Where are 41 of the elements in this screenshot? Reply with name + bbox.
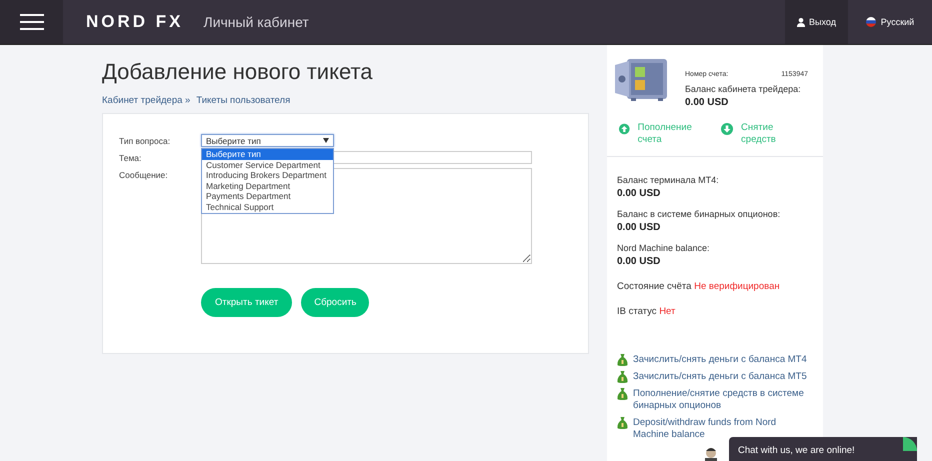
menu-icon [20, 14, 44, 30]
field-label: Тема: [119, 152, 142, 163]
user-icon [797, 18, 806, 26]
status-text: IB статус Нет [617, 306, 676, 317]
dropdown-option[interactable]: Customer Service Department [202, 160, 333, 170]
dropdown-option[interactable]: Introducing Brokers Department [202, 170, 333, 180]
balance-label: Баланс кабинета трейдера: [685, 84, 802, 94]
field-label: Сообщение: [119, 169, 169, 180]
balance-label: Баланс терминала МТ4: [617, 175, 720, 185]
field-label: Тип вопроса: [119, 135, 172, 146]
sidebar-link[interactable]: Зачислить/снять деньги с баланса МТ4 [617, 354, 813, 366]
header-subtitle: Личный кабинет [204, 14, 309, 30]
sidebar-link[interactable]: Пополнение/снятие средств в системе бинарных опционов [617, 388, 813, 412]
sidebar-link[interactable]: Зачислить/снять деньги с баланса МТ5 [617, 371, 813, 383]
money-bag-icon [617, 354, 628, 366]
money-bag-icon [617, 388, 628, 400]
online-indicator-icon [903, 437, 917, 451]
breadcrumb-link[interactable]: Тикеты пользователя [196, 95, 290, 106]
dropdown-option[interactable]: Выберите тип [202, 149, 333, 160]
page-title: Добавление нового тикета [102, 58, 374, 86]
dropdown-caret-icon [323, 138, 329, 143]
menu-button[interactable] [0, 0, 63, 44]
dropdown-option[interactable]: Technical Support [202, 202, 333, 212]
type-select[interactable]: Выберите тип [201, 134, 334, 147]
dropdown-option[interactable]: Marketing Department [202, 180, 333, 191]
dropdown-option[interactable]: Payments Department [202, 191, 333, 202]
balance-value: 0.00 USD [617, 188, 662, 199]
chat-widget[interactable]: Chat with us, we are online! [729, 437, 917, 461]
balance-label: Nord Machine balance: [617, 243, 711, 253]
balance-value: 0.00 USD [685, 97, 730, 108]
flag-icon [866, 17, 876, 27]
balance-value: 0.00 USD [617, 256, 662, 267]
balance-value: 0.00 USD [617, 222, 662, 233]
language-link[interactable]: Русский [848, 0, 932, 44]
logout-link[interactable]: Выход [785, 0, 848, 44]
money-bag-icon [617, 417, 628, 429]
status-text: Состояние счёта Не верифицирован [617, 281, 781, 292]
money-bag-icon [617, 371, 628, 383]
brand-logo[interactable]: NORD FX [86, 12, 184, 32]
balance-label: Баланс в системе бинарных опционов: [617, 209, 782, 219]
breadcrumb-link[interactable]: Кабинет трейдера » [102, 95, 190, 106]
